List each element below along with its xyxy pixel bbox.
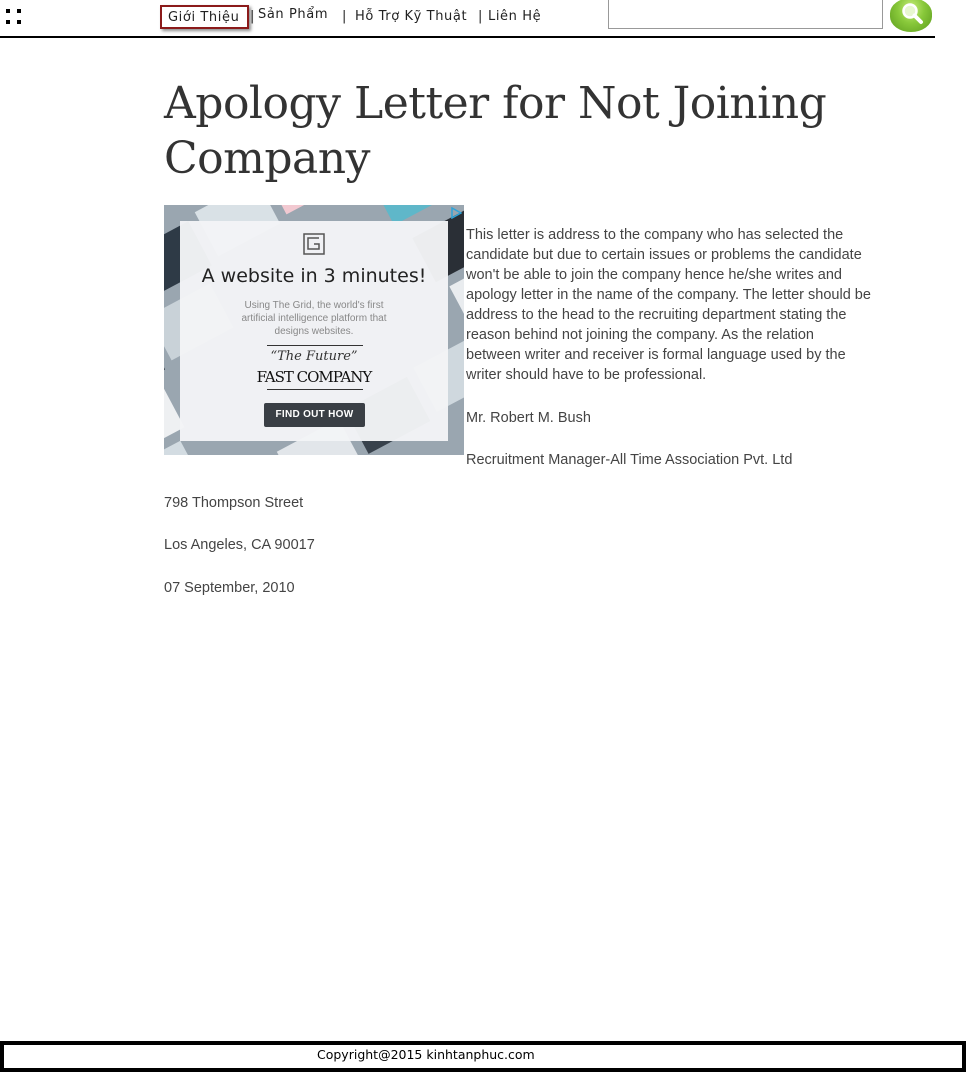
ad-divider	[267, 345, 363, 346]
address-city: Los Angeles, CA 90017	[164, 537, 315, 553]
nav-item-lien-he[interactable]: Liên Hệ	[488, 9, 541, 24]
letter-date: 07 September, 2010	[164, 580, 295, 596]
grid-logo-icon	[303, 233, 325, 255]
adchoices-icon[interactable]	[450, 207, 462, 219]
search-input[interactable]	[608, 0, 883, 29]
ad-brand-logo: FAST COMPANY	[256, 368, 373, 386]
nav-separator: |	[342, 9, 347, 24]
intro-paragraph: This letter is address to the company wh…	[466, 227, 871, 383]
ad-quote: “The Future”	[270, 349, 358, 364]
page-title: Apology Letter for Not Joining Company	[164, 78, 827, 184]
nav-item-gioi-thieu[interactable]: Giới Thiệu	[160, 5, 249, 29]
ad-divider	[267, 389, 363, 390]
ad-subtext: Using The Grid, the world's first artifi…	[241, 300, 387, 337]
ad-find-out-button[interactable]: FIND OUT HOW	[264, 403, 365, 427]
ad-card: A website in 3 minutes! Using The Grid, …	[180, 221, 448, 441]
nav-separator: |	[478, 9, 483, 24]
ad-headline: A website in 3 minutes!	[201, 265, 427, 287]
nav-separator: |	[250, 9, 255, 24]
recipient-name: Mr. Robert M. Bush	[466, 410, 591, 426]
search-button[interactable]	[890, 0, 932, 32]
top-navigation-bar: Giới Thiệu | Sản Phẩm | Hỗ Trợ Kỹ Thuật …	[0, 0, 935, 38]
copyright-text: Copyright@2015 kinhtanphuc.com	[317, 1047, 535, 1062]
nav-item-san-pham[interactable]: Sản Phẩm	[258, 7, 328, 22]
address-street: 798 Thompson Street	[164, 495, 304, 511]
nav-item-ho-tro-ky-thuat[interactable]: Hỗ Trợ Kỹ Thuật	[355, 9, 467, 24]
advertisement-banner[interactable]: A website in 3 minutes! Using The Grid, …	[164, 205, 464, 455]
magnifier-icon	[902, 3, 923, 24]
menu-grid-icon[interactable]	[6, 9, 22, 25]
recipient-role: Recruitment Manager-All Time Association…	[466, 452, 793, 468]
footer: Copyright@2015 kinhtanphuc.com	[0, 1041, 966, 1072]
